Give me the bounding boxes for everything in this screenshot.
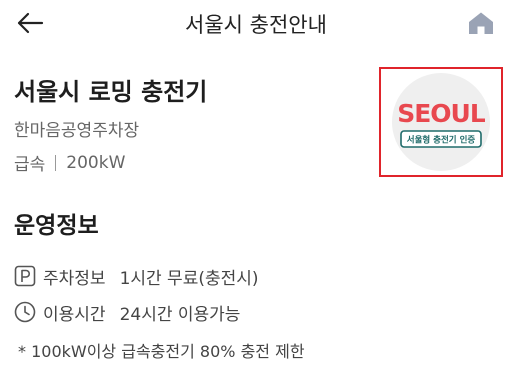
hours-info-value: 24시간 이용가능: [119, 304, 241, 325]
station-spec: 급속 200kW: [14, 150, 126, 176]
seoul-certification-logo: SEOUL 서울형 충전기 인증: [379, 67, 503, 177]
station-name: 서울시 로밍 충전기: [14, 78, 208, 106]
home-button[interactable]: [464, 7, 498, 39]
hours-info-label: 이용시간: [43, 304, 106, 325]
home-icon: [469, 12, 493, 34]
hours-info-row: 이용시간 24시간 이용가능: [14, 300, 241, 325]
parking-icon: [14, 265, 36, 287]
logo-badge-text: 서울형 충전기 인증: [407, 135, 476, 146]
charge-power: 200kW: [66, 152, 126, 173]
logo-circle: SEOUL 서울형 충전기 인증: [392, 73, 490, 171]
charge-speed: 급속: [14, 155, 46, 175]
operation-section-title: 운영정보: [14, 213, 99, 239]
charging-limit-note: * 100kW이상 급속충전기 80% 충전 제한: [18, 342, 305, 361]
parking-info-value: 1시간 무료(충전시): [119, 268, 259, 289]
station-place: 한마음공영주차장: [14, 121, 140, 141]
top-bar: 서울시 충전안내: [0, 0, 512, 46]
clock-icon: [14, 301, 36, 323]
spec-divider: [55, 154, 57, 171]
page-title: 서울시 충전안내: [185, 13, 327, 37]
seoul-logo-graphic: SEOUL 서울형 충전기 인증: [397, 99, 485, 148]
parking-info-row: 주차정보 1시간 무료(충전시): [14, 264, 259, 289]
logo-wordmark: SEOUL: [397, 99, 485, 128]
parking-info-label: 주차정보: [43, 268, 106, 289]
